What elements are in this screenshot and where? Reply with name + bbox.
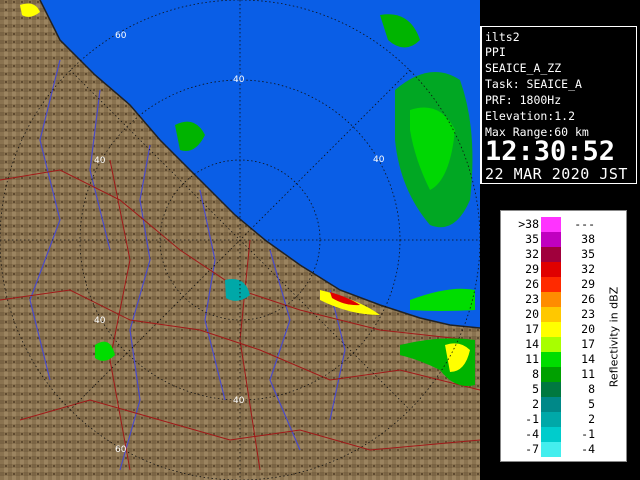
legend-high-value: 2 bbox=[588, 412, 595, 426]
legend-row: >38 --- bbox=[501, 217, 628, 232]
legend-color-swatch bbox=[541, 277, 561, 292]
legend-color-swatch bbox=[541, 337, 561, 352]
legend-high-value: 14 bbox=[581, 352, 595, 366]
legend-color-swatch bbox=[541, 217, 561, 232]
legend-high-value: 5 bbox=[588, 397, 595, 411]
legend-high-value: -4 bbox=[581, 442, 595, 456]
legend-row: -7 -4 bbox=[501, 442, 628, 457]
scan-time: 12:30:52 bbox=[485, 136, 616, 167]
legend-color-swatch bbox=[541, 247, 561, 262]
legend-row: 58 bbox=[501, 382, 628, 397]
legend-low-value: 26 bbox=[525, 277, 539, 291]
legend-low-value: 32 bbox=[525, 247, 539, 261]
legend-row: 11 14 bbox=[501, 352, 628, 367]
legend-color-swatch bbox=[541, 322, 561, 337]
task-name: SEAICE_A_ZZ bbox=[485, 61, 562, 75]
legend-low-value: 29 bbox=[525, 262, 539, 276]
legend-low-value: 20 bbox=[525, 307, 539, 321]
legend-low-value: 23 bbox=[525, 292, 539, 306]
legend-low-value: -4 bbox=[525, 427, 539, 441]
legend-row: 17 20 bbox=[501, 322, 628, 337]
legend-color-swatch bbox=[541, 232, 561, 247]
legend-row: 20 23 bbox=[501, 307, 628, 322]
legend-low-value: 5 bbox=[532, 382, 539, 396]
info-side-panel: ilts2 PPI SEAICE_A_ZZ Task: SEAICE_A PRF… bbox=[480, 0, 640, 480]
legend-low-value: 14 bbox=[525, 337, 539, 351]
legend-row: 25 bbox=[501, 397, 628, 412]
legend-high-value: 8 bbox=[588, 382, 595, 396]
legend-row: 35 38 bbox=[501, 232, 628, 247]
legend-low-value: 17 bbox=[525, 322, 539, 336]
legend-high-value: 32 bbox=[581, 262, 595, 276]
task: Task: SEAICE_A bbox=[485, 77, 582, 91]
legend-high-value: 23 bbox=[581, 307, 595, 321]
legend-row: 26 29 bbox=[501, 277, 628, 292]
legend-color-swatch bbox=[541, 292, 561, 307]
legend-low-value: 2 bbox=[532, 397, 539, 411]
legend-color-swatch bbox=[541, 352, 561, 367]
legend-high-value: 20 bbox=[581, 322, 595, 336]
scan-date: 22 MAR 2020 JST bbox=[485, 165, 628, 183]
legend-row: 32 35 bbox=[501, 247, 628, 262]
legend-low-value: 11 bbox=[525, 352, 539, 366]
range-label: 40 bbox=[233, 396, 245, 406]
legend-low-value: 35 bbox=[525, 232, 539, 246]
product-type: PPI bbox=[485, 45, 506, 59]
legend-row: 29 32 bbox=[501, 262, 628, 277]
legend-low-value: -7 bbox=[525, 442, 539, 456]
legend-low-value: 8 bbox=[532, 367, 539, 381]
radar-info-box: ilts2 PPI SEAICE_A_ZZ Task: SEAICE_A PRF… bbox=[480, 26, 637, 184]
legend-color-swatch bbox=[541, 397, 561, 412]
legend-color-swatch bbox=[541, 442, 561, 457]
range-label: 60 bbox=[115, 445, 127, 455]
legend-high-value: -1 bbox=[581, 427, 595, 441]
legend-high-value: 35 bbox=[581, 247, 595, 261]
legend-row: 23 26 bbox=[501, 292, 628, 307]
legend-row: -1 2 bbox=[501, 412, 628, 427]
legend-color-swatch bbox=[541, 262, 561, 277]
legend-color-swatch bbox=[541, 412, 561, 427]
radar-ppi-map: 60 40 40 40 40 40 60 bbox=[0, 0, 480, 480]
legend-row: -4 -1 bbox=[501, 427, 628, 442]
legend-row: 8 11 bbox=[501, 367, 628, 382]
range-label: 40 bbox=[94, 316, 106, 326]
reflectivity-legend: Reflectivity in dBZ >38 --- 35 38 32 35 29 32 26… bbox=[500, 210, 627, 462]
legend-low-value: >38 bbox=[518, 217, 539, 231]
legend-low-value: -1 bbox=[525, 412, 539, 426]
range-label: 60 bbox=[115, 31, 127, 41]
legend-high-value: --- bbox=[574, 217, 595, 231]
legend-row: 14 17 bbox=[501, 337, 628, 352]
range-label: 40 bbox=[373, 155, 385, 165]
legend-high-value: 17 bbox=[581, 337, 595, 351]
legend-high-value: 11 bbox=[581, 367, 595, 381]
legend-high-value: 26 bbox=[581, 292, 595, 306]
range-label: 40 bbox=[233, 75, 245, 85]
elevation: Elevation:1.2 bbox=[485, 109, 576, 123]
range-label: 40 bbox=[94, 156, 106, 166]
legend-color-swatch bbox=[541, 382, 561, 397]
legend-high-value: 38 bbox=[581, 232, 595, 246]
prf: PRF: 1800Hz bbox=[485, 93, 562, 107]
legend-color-swatch bbox=[541, 307, 561, 322]
legend-color-swatch bbox=[541, 367, 561, 382]
site-name: ilts2 bbox=[485, 30, 520, 44]
legend-color-swatch bbox=[541, 427, 561, 442]
legend-high-value: 29 bbox=[581, 277, 595, 291]
